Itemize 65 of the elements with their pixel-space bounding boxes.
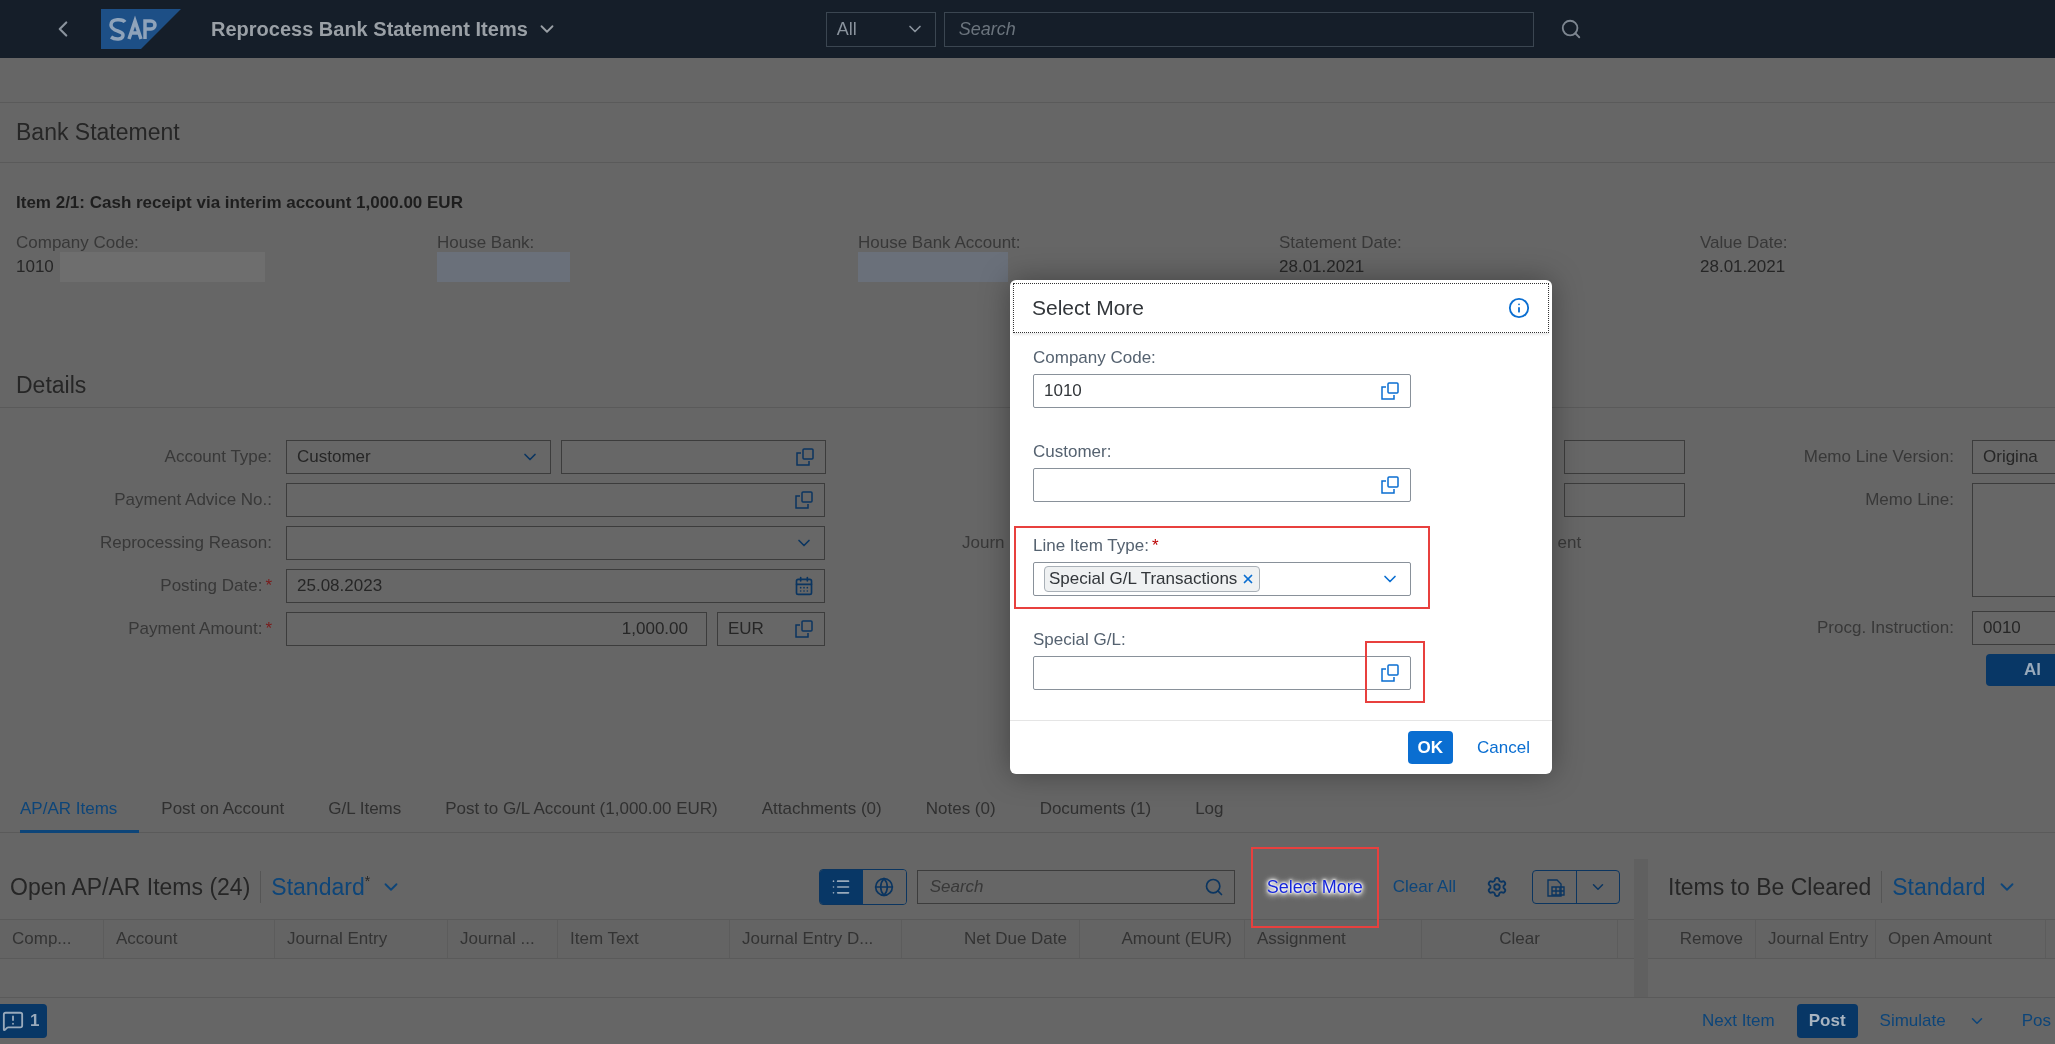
messages-button[interactable]: 1 [0,1004,48,1038]
field-label: Line Item Type: [1033,536,1149,555]
section-title: Details [16,371,87,399]
input-field[interactable]: Origina [1972,440,2055,474]
input-field[interactable]: Special G/L Transactions [1033,562,1411,596]
footer-action[interactable]: Pos [2017,1004,2055,1038]
required-mark: * [1151,536,1159,555]
account-type-select[interactable]: Customer [286,440,551,474]
section-title: Bank Statement [16,119,180,146]
required-mark: * [265,618,272,640]
field-label: Special G/L: [1033,630,1126,649]
post-button[interactable]: Post [1796,1004,1858,1038]
input-field[interactable] [1033,468,1411,502]
search-icon[interactable] [1203,877,1224,897]
footer-action[interactable]: Next Item [1697,1004,1779,1038]
input-field[interactable] [1564,440,1685,474]
table-title: Items to Be Cleared [1668,873,1872,901]
input-field[interactable]: 0010 [1972,611,2055,645]
input-field[interactable] [286,483,825,517]
item-title: Item 2/1: Cash receipt via interim account 1,000.00 EUR [16,193,464,213]
cancel-button[interactable]: Cancel [1467,731,1540,764]
memo-textarea[interactable] [1972,483,2055,597]
globe-icon [874,877,895,897]
field-value: 28.01.2021 [1279,257,1365,277]
select-field[interactable] [286,526,825,560]
field-label: Company Code: [1033,348,1156,367]
amount-field[interactable]: 1,000.00 [286,612,707,646]
list-view-button[interactable] [819,870,863,904]
tab[interactable]: AP/AR Items [20,788,140,833]
value-help-icon[interactable] [794,490,814,510]
variant-selector[interactable]: Standard$^{*}$ [271,873,371,901]
dialog-title: Select More [1032,296,1145,320]
settings-icon[interactable] [1486,876,1508,898]
account-field[interactable] [561,440,826,474]
clear-all-link[interactable]: Clear All [1386,877,1462,897]
field-value: 28.01.2021 [1700,257,1786,277]
message-warning-icon [2,1010,24,1032]
app-title[interactable]: Reprocess Bank Statement Items [211,17,528,41]
currency-field[interactable]: EUR [717,612,825,646]
input-field[interactable] [1033,656,1411,690]
select-more-link[interactable]: Select More [1262,876,1367,898]
footer-action[interactable]: Simulate [1875,1004,1990,1038]
field-value: 1010 [16,257,54,277]
calendar-icon[interactable] [794,576,814,596]
input-field[interactable]: 1010 [1033,374,1411,408]
value-help-icon[interactable] [1380,381,1400,401]
search-field[interactable]: Search [943,11,1534,47]
list-icon [831,877,852,897]
input-field[interactable] [1564,483,1685,517]
logo-icon [101,9,181,49]
field-label: Customer: [1033,442,1112,461]
apply-button[interactable]: Al [1986,654,2055,686]
date-field[interactable]: 25.08.2023 [286,569,825,603]
value-help-icon[interactable] [794,619,814,639]
required-mark: * [265,575,272,597]
value-help-icon[interactable] [795,447,815,467]
scope-select[interactable]: All [825,11,936,47]
table-title: Open AP/AR Items (24) [10,873,251,901]
search-icon[interactable] [1559,18,1582,40]
value-help-icon[interactable] [1380,663,1400,683]
ok-button[interactable]: OK [1407,731,1454,764]
variant-selector[interactable]: Standard [1892,873,1986,901]
info-icon[interactable] [1508,297,1530,319]
value-help-icon[interactable] [1380,475,1400,495]
token[interactable]: Special G/L Transactions [1044,566,1261,592]
